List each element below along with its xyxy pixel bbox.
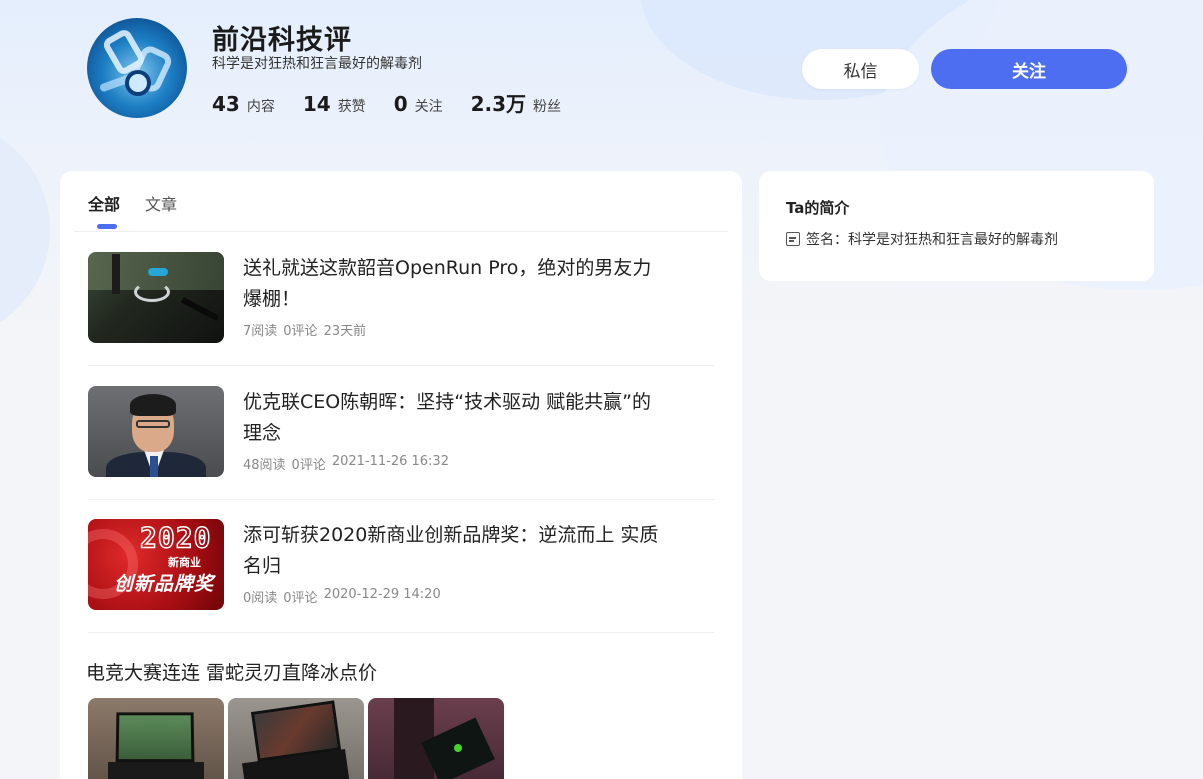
intro-signature: 签名：科学是对狂热和狂言最好的解毒剂: [806, 232, 1058, 248]
read-count: 48阅读: [243, 458, 286, 473]
divider: [88, 499, 714, 500]
message-button[interactable]: 私信: [802, 49, 919, 89]
bg-blob: [0, 120, 50, 330]
publish-time: 23天前: [323, 324, 367, 339]
stat-fans[interactable]: 2.3万 粉丝: [471, 88, 561, 117]
active-tab-indicator: [97, 224, 117, 229]
divider: [74, 231, 728, 232]
read-count: 7阅读: [243, 324, 278, 339]
comment-count: 0评论: [291, 458, 326, 473]
stat-label: 内容: [246, 99, 275, 115]
read-count: 0阅读: [243, 591, 278, 606]
divider: [88, 632, 714, 633]
tab-all[interactable]: 全部: [88, 191, 121, 229]
stat-label: 获赞: [337, 99, 366, 115]
avatar[interactable]: [87, 18, 187, 118]
profile-signature: 科学是对狂热和狂言最好的解毒剂: [212, 56, 422, 72]
intro-card: Ta的简介 签名：科学是对狂热和狂言最好的解毒剂: [759, 171, 1154, 281]
stat-number: 14: [302, 92, 331, 116]
thumbnail-text: 2020: [139, 520, 212, 555]
stat-number: 2.3万: [470, 92, 527, 116]
comment-count: 0评论: [283, 591, 318, 606]
gallery-image[interactable]: [228, 698, 364, 779]
article-meta: 48阅读 0评论 2021-11-26 16:32: [243, 454, 449, 473]
divider: [88, 365, 714, 366]
gallery-image[interactable]: [88, 698, 224, 779]
stat-number: 43: [212, 92, 240, 116]
tab-label: 文章: [145, 195, 178, 214]
publish-time: 2020-12-29 14:20: [323, 587, 441, 602]
feed-tabs: 全部 文章: [88, 191, 177, 229]
thumbnail-text: 创新品牌奖: [114, 573, 215, 595]
stat-label: 粉丝: [533, 99, 562, 115]
profile-name: 前沿科技评: [212, 25, 352, 56]
follow-button[interactable]: 关注: [931, 49, 1127, 89]
article-title[interactable]: 添可斩获2020新商业创新品牌奖：逆流而上 实质名归: [243, 520, 663, 582]
content-feed: 全部 文章 送礼就送这款韶音OpenRun Pro，绝对的男友力爆棚！ 7阅读 …: [60, 171, 742, 779]
intro-signature-row: 签名：科学是对狂热和狂言最好的解毒剂: [786, 229, 1058, 249]
stat-following[interactable]: 0 关注: [394, 92, 443, 116]
gallery-image[interactable]: [368, 698, 504, 779]
intro-title: Ta的简介: [786, 199, 850, 217]
gallery-post-title[interactable]: 电竞大赛连连 雷蛇灵刃直降冰点价: [86, 658, 377, 685]
article-thumbnail[interactable]: [88, 252, 224, 343]
stat-number: 0: [393, 92, 408, 116]
thumbnail-text: 新商业: [168, 556, 201, 569]
document-icon: [786, 232, 800, 246]
article-meta: 7阅读 0评论 23天前: [243, 320, 366, 339]
tab-articles[interactable]: 文章: [145, 191, 177, 215]
tab-label: 全部: [88, 195, 121, 214]
stat-likes: 14 获赞: [303, 92, 366, 116]
stat-content[interactable]: 43 内容: [212, 92, 275, 116]
comment-count: 0评论: [283, 324, 318, 339]
stat-label: 关注: [414, 99, 443, 115]
article-title[interactable]: 优克联CEO陈朝晖：坚持“技术驱动 赋能共赢”的理念: [243, 387, 663, 449]
article-title[interactable]: 送礼就送这款韶音OpenRun Pro，绝对的男友力爆棚！: [243, 253, 663, 315]
article-thumbnail[interactable]: [88, 386, 224, 477]
article-meta: 0阅读 0评论 2020-12-29 14:20: [243, 587, 441, 606]
profile-stats: 43 内容 14 获赞 0 关注 2.3万 粉丝: [212, 88, 589, 117]
gallery-images: [88, 698, 504, 779]
article-thumbnail[interactable]: 2020 新商业 创新品牌奖: [88, 519, 224, 610]
publish-time: 2021-11-26 16:32: [331, 454, 449, 469]
